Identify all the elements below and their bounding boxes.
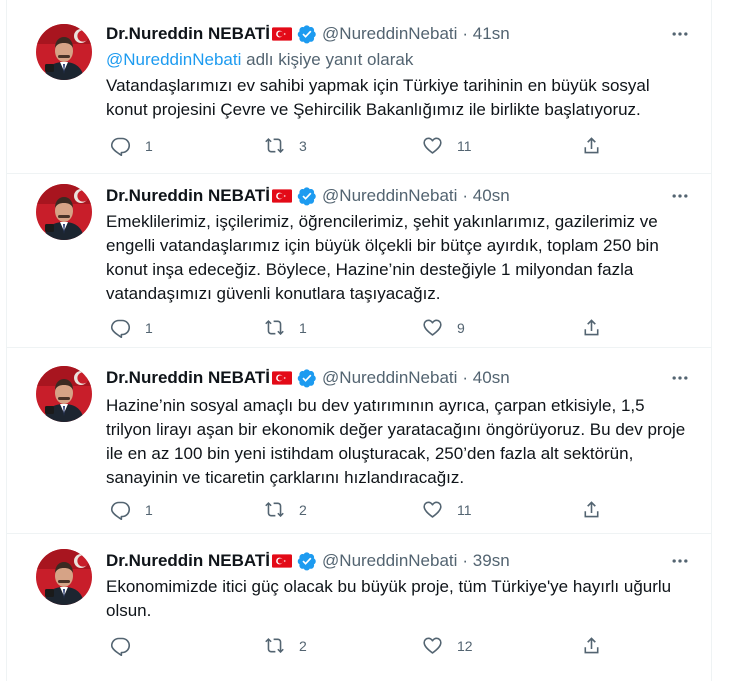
avatar[interactable] (36, 184, 92, 240)
reply-icon (110, 317, 131, 338)
more-icon[interactable] (670, 368, 690, 388)
tweet-actions: 2 12 (106, 635, 606, 659)
reply-button[interactable]: 1 (110, 499, 153, 520)
verified-badge-icon (297, 24, 317, 44)
verified-badge-icon (297, 551, 317, 571)
share-button[interactable] (581, 317, 602, 338)
like-count: 11 (457, 501, 472, 518)
retweet-button[interactable]: 2 (264, 499, 307, 520)
reply-to-link[interactable]: @NureddinNebati (106, 50, 241, 69)
tweet[interactable]: Dr.Nureddin NEBATİ @NureddinNebati · 39s… (6, 534, 712, 681)
tweet[interactable]: Dr.Nureddin NEBATİ @NureddinNebati · 40s… (6, 348, 712, 534)
more-icon[interactable] (670, 551, 690, 571)
tweet-actions: 1 3 11 (106, 135, 606, 159)
retweet-count: 3 (299, 137, 307, 154)
author-name[interactable]: Dr.Nureddin NEBATİ (106, 186, 270, 206)
author-handle[interactable]: @NureddinNebati (322, 24, 457, 44)
author-handle[interactable]: @NureddinNebati (322, 368, 457, 388)
author-name[interactable]: Dr.Nureddin NEBATİ (106, 551, 270, 571)
reply-count: 1 (145, 137, 153, 154)
author-handle[interactable]: @NureddinNebati (322, 186, 457, 206)
tweet-header: Dr.Nureddin NEBATİ @NureddinNebati · 40s… (106, 184, 510, 208)
like-button[interactable]: 9 (422, 317, 465, 338)
share-icon (581, 635, 602, 656)
like-count: 12 (457, 637, 473, 654)
retweet-icon (264, 135, 285, 156)
verified-badge-icon (297, 186, 317, 206)
share-icon (581, 499, 602, 520)
avatar[interactable] (36, 366, 92, 422)
tweet-text: Emeklilerimiz, işçilerimiz, öğrencilerim… (106, 212, 659, 303)
more-icon[interactable] (670, 186, 690, 206)
like-count: 9 (457, 319, 465, 336)
reply-count: 1 (145, 319, 153, 336)
reply-icon (110, 135, 131, 156)
tweet-text: Hazine’nin sosyal amaçlı bu dev yatırımı… (106, 396, 686, 487)
retweet-count: 2 (299, 637, 307, 654)
share-button[interactable] (581, 135, 602, 156)
retweet-button[interactable]: 1 (264, 317, 307, 338)
reply-button[interactable]: 1 (110, 317, 153, 338)
verified-badge-icon (297, 368, 317, 388)
like-count: 11 (457, 137, 472, 154)
retweet-button[interactable]: 2 (264, 635, 307, 656)
like-button[interactable]: 12 (422, 635, 473, 656)
share-button[interactable] (581, 635, 602, 656)
tweet-time[interactable]: · 39sn (462, 551, 509, 571)
retweet-icon (264, 317, 285, 338)
reply-button[interactable] (110, 635, 145, 656)
share-icon (581, 135, 602, 156)
like-button[interactable]: 11 (422, 499, 472, 520)
author-name[interactable]: Dr.Nureddin NEBATİ (106, 24, 270, 44)
tweet-time[interactable]: · 40sn (462, 368, 509, 388)
avatar[interactable] (36, 24, 92, 80)
reply-icon (110, 499, 131, 520)
tweet[interactable]: Dr.Nureddin NEBATİ @NureddinNebati · 40s… (6, 174, 712, 348)
author-name[interactable]: Dr.Nureddin NEBATİ (106, 368, 270, 388)
retweet-count: 1 (299, 319, 307, 336)
reply-context: @NureddinNebati adlı kişiye yanıt olarak (106, 50, 413, 70)
like-icon (422, 135, 443, 156)
retweet-count: 2 (299, 501, 307, 518)
tweet-actions: 1 1 9 (106, 317, 606, 341)
turkey-flag-icon (272, 371, 292, 385)
tweet[interactable]: Dr.Nureddin NEBATİ @NureddinNebati · 41s… (6, 0, 712, 174)
like-button[interactable]: 11 (422, 135, 472, 156)
like-icon (422, 317, 443, 338)
like-icon (422, 499, 443, 520)
tweet-header: Dr.Nureddin NEBATİ @NureddinNebati · 40s… (106, 366, 510, 390)
tweet-time[interactable]: · 41sn (462, 24, 509, 44)
tweet-actions: 1 2 11 (106, 499, 606, 523)
tweet-header: Dr.Nureddin NEBATİ @NureddinNebati · 39s… (106, 549, 510, 573)
turkey-flag-icon (272, 189, 292, 203)
tweet-time[interactable]: · 40sn (462, 186, 509, 206)
avatar[interactable] (36, 549, 92, 605)
turkey-flag-icon (272, 554, 292, 568)
like-icon (422, 635, 443, 656)
turkey-flag-icon (272, 27, 292, 41)
share-icon (581, 317, 602, 338)
tweet-header: Dr.Nureddin NEBATİ @NureddinNebati · 41s… (106, 22, 510, 46)
reply-count: 1 (145, 501, 153, 518)
retweet-icon (264, 635, 285, 656)
more-icon[interactable] (670, 24, 690, 44)
author-handle[interactable]: @NureddinNebati (322, 551, 457, 571)
reply-icon (110, 635, 131, 656)
share-button[interactable] (581, 499, 602, 520)
retweet-icon (264, 499, 285, 520)
reply-button[interactable]: 1 (110, 135, 153, 156)
tweet-text: Ekonomimizde itici güç olacak bu büyük p… (106, 577, 672, 620)
tweet-text: Vatandaşlarımızı ev sahibi yapmak için T… (106, 76, 650, 119)
reply-to-text: adlı kişiye yanıt olarak (241, 50, 414, 69)
retweet-button[interactable]: 3 (264, 135, 307, 156)
